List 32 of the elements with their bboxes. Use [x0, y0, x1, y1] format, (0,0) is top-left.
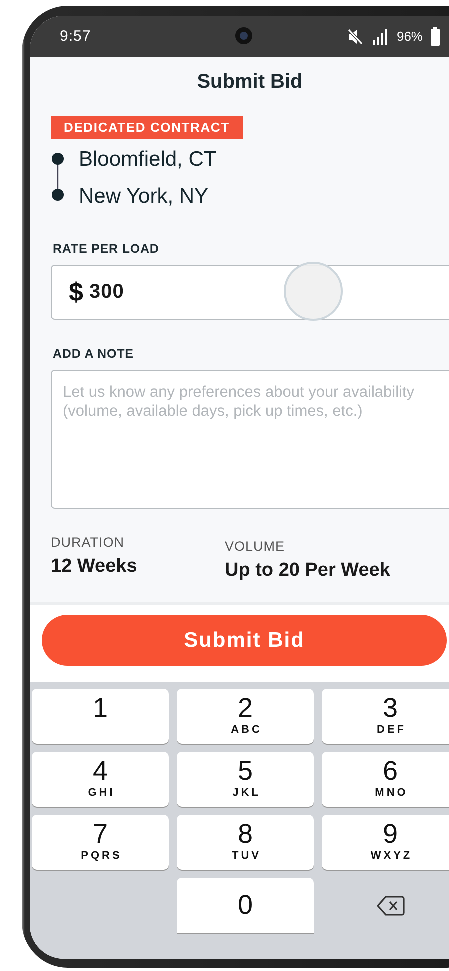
field-label: RATE PER LOAD	[53, 242, 160, 256]
keypad-key[interactable]: 9 WXYZ	[322, 815, 449, 870]
detail-label: DURATION	[51, 535, 126, 550]
camera-icon	[235, 27, 253, 45]
battery-icon	[431, 27, 440, 46]
signal-icon	[372, 28, 389, 44]
keypad-key[interactable]: 7 PQRS	[32, 815, 169, 870]
detail-value: 12 Weeks	[51, 556, 138, 578]
keypad-key[interactable]: 8 TUV	[177, 815, 314, 870]
keypad-key[interactable]: 2 ABC	[177, 689, 314, 744]
contract-tag: DEDICATED CONTRACT	[51, 116, 243, 139]
detail-value: Up to 20 Per Week	[225, 560, 390, 582]
keypad-key[interactable]: 6 MNO	[322, 752, 449, 807]
route-stop: New York, NY	[79, 184, 210, 210]
keypad-key[interactable]: 0	[177, 878, 314, 933]
rate-field[interactable]: $ 300	[51, 265, 449, 320]
keypad-key[interactable]: 1	[32, 689, 169, 744]
status-time: 9:57	[60, 28, 92, 45]
route-line-icon	[51, 152, 65, 202]
battery-percent: 96%	[396, 29, 423, 44]
keypad-key[interactable]: 4 GHI	[32, 752, 169, 807]
mute-icon	[346, 28, 364, 44]
rate-value: 300	[89, 281, 124, 304]
field-label: ADD A NOTE	[53, 347, 135, 361]
backspace-icon[interactable]	[376, 894, 404, 916]
detail-label: VOLUME	[225, 539, 286, 554]
screen-title: Submit Bid	[196, 71, 304, 94]
keypad-key[interactable]: 3 DEF	[322, 689, 449, 744]
currency-symbol: $	[69, 277, 84, 308]
route-stop: Bloomfield, CT	[79, 147, 217, 173]
note-field[interactable]: Let us know any preferences about your availability (volume, available days, pick up times, etc.)	[51, 370, 449, 509]
keypad-key[interactable]: 5 JKL	[177, 752, 314, 807]
